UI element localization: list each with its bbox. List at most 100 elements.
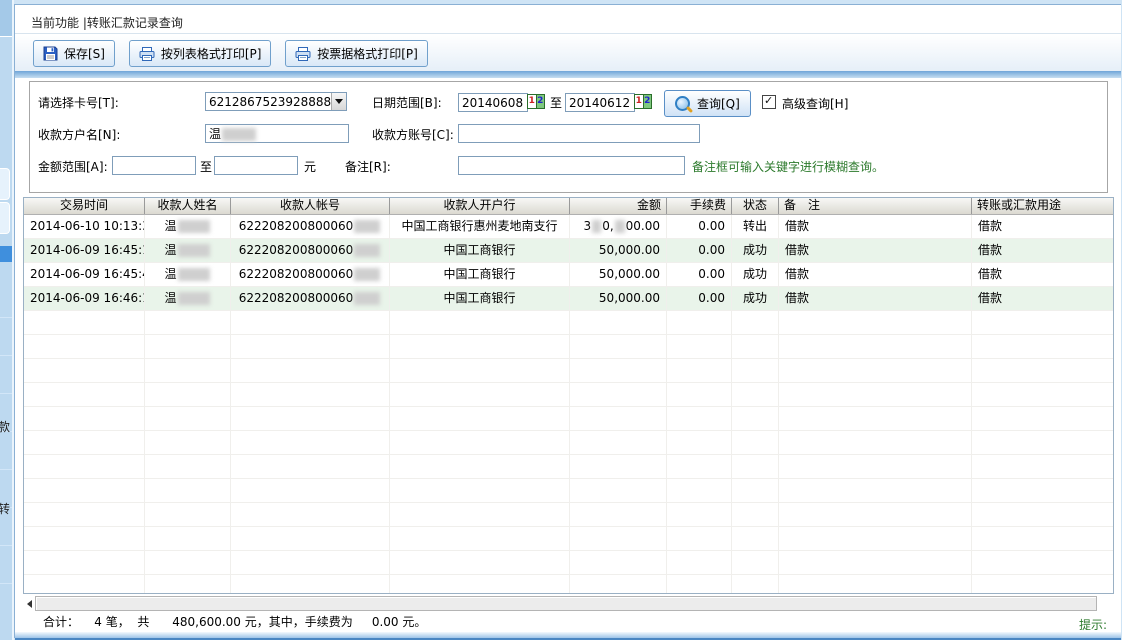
- cell-time: [24, 359, 145, 382]
- amount-to-word: 至: [200, 158, 212, 175]
- print-list-button[interactable]: 按列表格式打印[P]: [129, 40, 272, 67]
- cell-purpose: 借款: [972, 263, 1113, 286]
- cell-name: [145, 503, 231, 526]
- payee-account-input[interactable]: [458, 124, 700, 143]
- table-row[interactable]: [24, 551, 1113, 575]
- cell-purpose: [972, 335, 1113, 358]
- date-to-input[interactable]: [565, 93, 635, 112]
- cell-account: [231, 527, 390, 550]
- table-row[interactable]: [24, 527, 1113, 551]
- cell-purpose: [972, 575, 1113, 594]
- date-to-word: 至: [550, 94, 562, 111]
- cell-time: [24, 479, 145, 502]
- calendar-icon[interactable]: 12: [634, 94, 652, 109]
- table-row[interactable]: [24, 479, 1113, 503]
- print-receipt-button[interactable]: 按票据格式打印[P]: [285, 40, 428, 67]
- cell-status: [732, 527, 779, 550]
- cell-bank: [390, 455, 570, 478]
- advanced-query-checkbox[interactable]: [762, 95, 776, 109]
- cell-account: [231, 359, 390, 382]
- table-row[interactable]: [24, 431, 1113, 455]
- sidebar-tab-edge[interactable]: [0, 168, 10, 200]
- cell-fee: [667, 407, 732, 430]
- print-receipt-button-label: 按票据格式打印[P]: [317, 45, 418, 62]
- table-row[interactable]: [24, 383, 1113, 407]
- cell-name: [145, 455, 231, 478]
- cell-name: [145, 359, 231, 382]
- table-row[interactable]: 2014-06-09 16:45:45温622208200800060中国工商银…: [24, 263, 1113, 287]
- cell-amount: 50,000.00: [570, 287, 667, 310]
- column-header-remark[interactable]: 备 注: [779, 198, 972, 214]
- cell-purpose: [972, 455, 1113, 478]
- cell-status: [732, 431, 779, 454]
- cell-fee: [667, 431, 732, 454]
- scroll-left-arrow-icon[interactable]: [23, 600, 32, 608]
- cell-bank: [390, 503, 570, 526]
- calendar-icon[interactable]: 12: [527, 94, 545, 109]
- cell-status: [732, 359, 779, 382]
- scrollbar-thumb[interactable]: [35, 596, 1097, 611]
- save-button[interactable]: 保存[S]: [33, 40, 115, 67]
- sidebar-item-fragment[interactable]: 款: [0, 418, 12, 435]
- cell-remark: 借款: [779, 287, 972, 310]
- cell-fee: [667, 455, 732, 478]
- cell-name: [145, 311, 231, 334]
- table-row[interactable]: 2014-06-09 16:45:10温622208200800060中国工商银…: [24, 239, 1113, 263]
- cell-time: [24, 383, 145, 406]
- cell-amount: [570, 311, 667, 334]
- sidebar-selected-item[interactable]: [0, 246, 12, 262]
- redaction-patch: [178, 220, 210, 233]
- redaction-patch: [354, 292, 380, 305]
- sidebar-item-fragment[interactable]: 转: [0, 500, 12, 517]
- column-header-account[interactable]: 收款人帐号: [231, 198, 390, 214]
- column-header-name[interactable]: 收款人姓名: [145, 198, 231, 214]
- sidebar-tab-edge[interactable]: [0, 202, 10, 234]
- cell-name: [145, 383, 231, 406]
- table-header: 交易时间收款人姓名收款人帐号收款人开户行金额手续费状态备 注转账或汇款用途: [24, 198, 1113, 215]
- card-number-select[interactable]: 6212867523928888: [205, 92, 347, 111]
- redaction-patch: [592, 220, 601, 233]
- cell-time: [24, 575, 145, 594]
- table-row[interactable]: 2014-06-10 10:13:34温622208200800060中国工商银…: [24, 215, 1113, 239]
- column-header-amount[interactable]: 金额: [570, 198, 667, 214]
- payee-name-input[interactable]: 温: [205, 124, 349, 143]
- page-title: 当前功能 |转账汇款记录查询: [15, 9, 1121, 34]
- cell-status: [732, 311, 779, 334]
- table-row[interactable]: [24, 335, 1113, 359]
- table-row[interactable]: [24, 455, 1113, 479]
- table-row[interactable]: [24, 407, 1113, 431]
- cell-account: 622208200800060: [231, 287, 390, 310]
- cell-time: [24, 311, 145, 334]
- redaction-patch: [178, 292, 210, 305]
- cell-account: 622208200800060: [231, 239, 390, 262]
- table-row[interactable]: [24, 359, 1113, 383]
- table-row[interactable]: [24, 503, 1113, 527]
- table-row[interactable]: [24, 311, 1113, 335]
- column-header-fee[interactable]: 手续费: [667, 198, 732, 214]
- column-header-purpose[interactable]: 转账或汇款用途: [972, 198, 1113, 214]
- print-list-button-label: 按列表格式打印[P]: [161, 45, 262, 62]
- amount-from-input[interactable]: [112, 156, 196, 175]
- horizontal-scrollbar[interactable]: [23, 596, 1097, 611]
- remark-input[interactable]: [458, 156, 685, 175]
- column-header-time[interactable]: 交易时间: [24, 198, 145, 214]
- cell-time: [24, 551, 145, 574]
- column-header-bank[interactable]: 收款人开户行: [390, 198, 570, 214]
- column-header-status[interactable]: 状态: [732, 198, 779, 214]
- cell-status: [732, 479, 779, 502]
- cell-purpose: [972, 359, 1113, 382]
- amount-to-input[interactable]: [214, 156, 298, 175]
- cell-purpose: [972, 431, 1113, 454]
- cell-remark: [779, 383, 972, 406]
- query-button[interactable]: 查询[Q]: [664, 90, 751, 117]
- table-row[interactable]: [24, 575, 1113, 594]
- toolbar-divider: [15, 71, 1121, 78]
- amount-range-label: 金额范围[A]:: [38, 158, 108, 175]
- date-from-input[interactable]: [458, 93, 528, 112]
- table-row[interactable]: 2014-06-09 16:46:13温622208200800060中国工商银…: [24, 287, 1113, 311]
- cell-remark: 借款: [779, 263, 972, 286]
- cell-time: 2014-06-09 16:45:45: [24, 263, 145, 286]
- cell-time: [24, 527, 145, 550]
- chevron-down-icon[interactable]: [331, 93, 346, 110]
- cell-status: [732, 407, 779, 430]
